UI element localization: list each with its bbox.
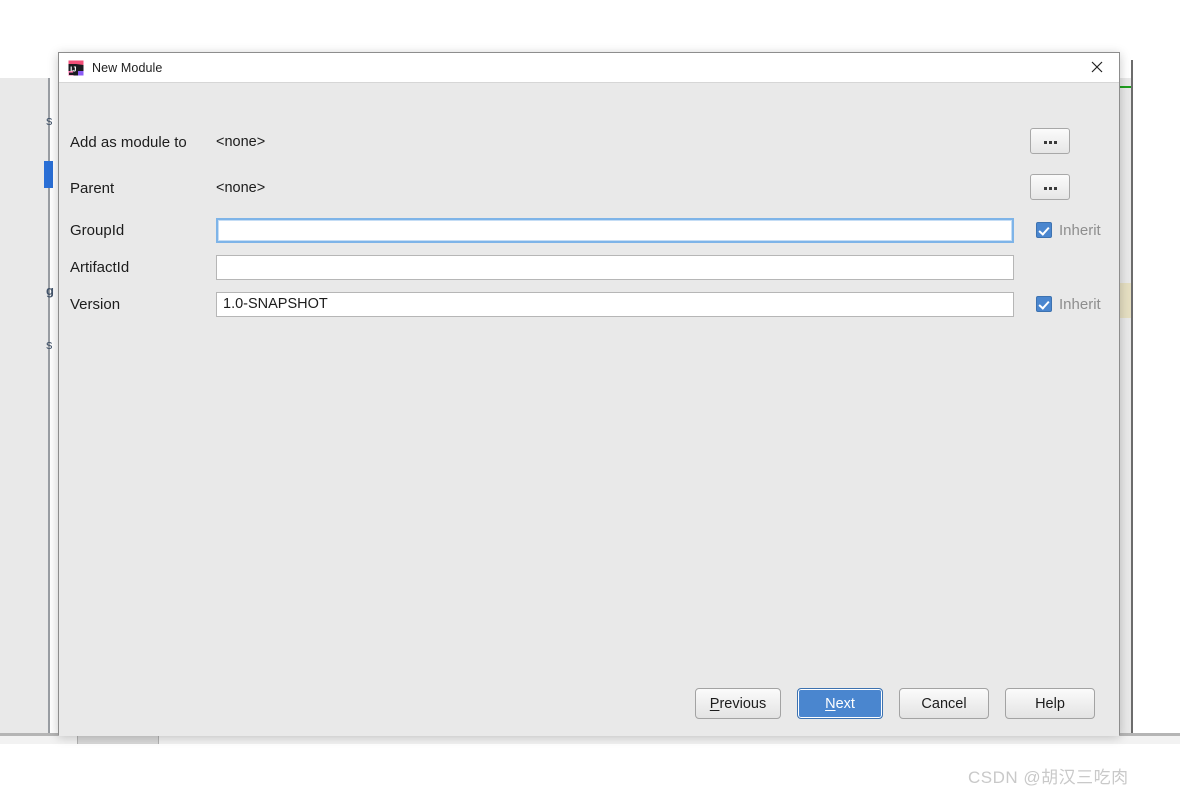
help-button-label: Help (1035, 695, 1065, 712)
ide-text-fragment: s (46, 337, 53, 352)
ide-left-tool-panel (0, 78, 48, 733)
ide-right-divider (1131, 60, 1133, 740)
form-row-groupid: GroupId Inherit (59, 215, 1119, 245)
dialog-body: Add as module to <none> Parent <none> Gr… (59, 83, 1119, 736)
close-icon[interactable] (1075, 53, 1119, 81)
inherit-label-version: Inherit (1059, 295, 1101, 313)
ide-right-blank-area (1133, 60, 1180, 740)
ellipsis-icon (1043, 187, 1057, 190)
cancel-button[interactable]: Cancel (899, 688, 989, 719)
cancel-button-label: Cancel (921, 695, 967, 712)
artifactid-input[interactable] (216, 254, 1014, 280)
previous-button[interactable]: Previous (695, 688, 781, 719)
browse-button-parent[interactable] (1030, 174, 1070, 200)
ide-text-fragment: s (46, 113, 53, 128)
ide-bottom-shade (0, 736, 1180, 744)
form-row-version: Version Inherit (59, 289, 1119, 319)
next-button[interactable]: Next (797, 688, 883, 719)
help-button[interactable]: Help (1005, 688, 1095, 719)
dialog-title: New Module (92, 60, 163, 75)
ide-bottom-tab (77, 736, 159, 744)
checkbox-checked-icon (1036, 222, 1052, 238)
previous-button-rest: revious (719, 695, 767, 712)
ide-gutter-marker-tan (1118, 283, 1132, 318)
intellij-idea-icon: IJ (68, 60, 84, 76)
csdn-watermark: CSDN @胡汉三吃肉 (968, 768, 1129, 787)
ellipsis-icon (1043, 141, 1057, 144)
value-add-as-module-to: <none> (216, 134, 266, 150)
label-groupid: GroupId (70, 221, 125, 239)
form-row-add-as-module-to: Add as module to <none> (59, 127, 1119, 157)
label-add-as-module-to: Add as module to (70, 133, 187, 151)
next-button-label: Next (825, 695, 855, 712)
inherit-checkbox-groupid[interactable]: Inherit (1036, 222, 1101, 239)
version-input[interactable] (216, 291, 1014, 317)
ide-right-gutter (1118, 78, 1132, 733)
inherit-label-groupid: Inherit (1059, 221, 1101, 239)
previous-button-label: Previous (709, 695, 767, 712)
ide-gutter-marker-green (1118, 86, 1132, 88)
inherit-checkbox-version[interactable]: Inherit (1036, 296, 1101, 313)
ide-text-fragment: g (46, 283, 54, 298)
form-row-artifactid: ArtifactId (59, 252, 1119, 282)
svg-text:IJ: IJ (70, 64, 76, 73)
groupid-input[interactable] (216, 217, 1014, 243)
ide-selected-item-highlight (44, 161, 53, 188)
browse-button-add-as-module-to[interactable] (1030, 128, 1070, 154)
next-button-rest: ext (835, 695, 855, 712)
label-parent: Parent (70, 179, 115, 197)
dialog-titlebar: IJ New Module (59, 53, 1119, 83)
dialog-footer: Previous Next Cancel Help (59, 688, 1119, 722)
checkbox-checked-icon (1036, 296, 1052, 312)
form-row-parent: Parent <none> (59, 173, 1119, 203)
label-version: Version (70, 295, 121, 313)
new-module-dialog: IJ New Module Add as module to <none> Pa… (58, 52, 1120, 736)
label-artifactid: ArtifactId (70, 258, 130, 276)
value-parent: <none> (216, 180, 266, 196)
